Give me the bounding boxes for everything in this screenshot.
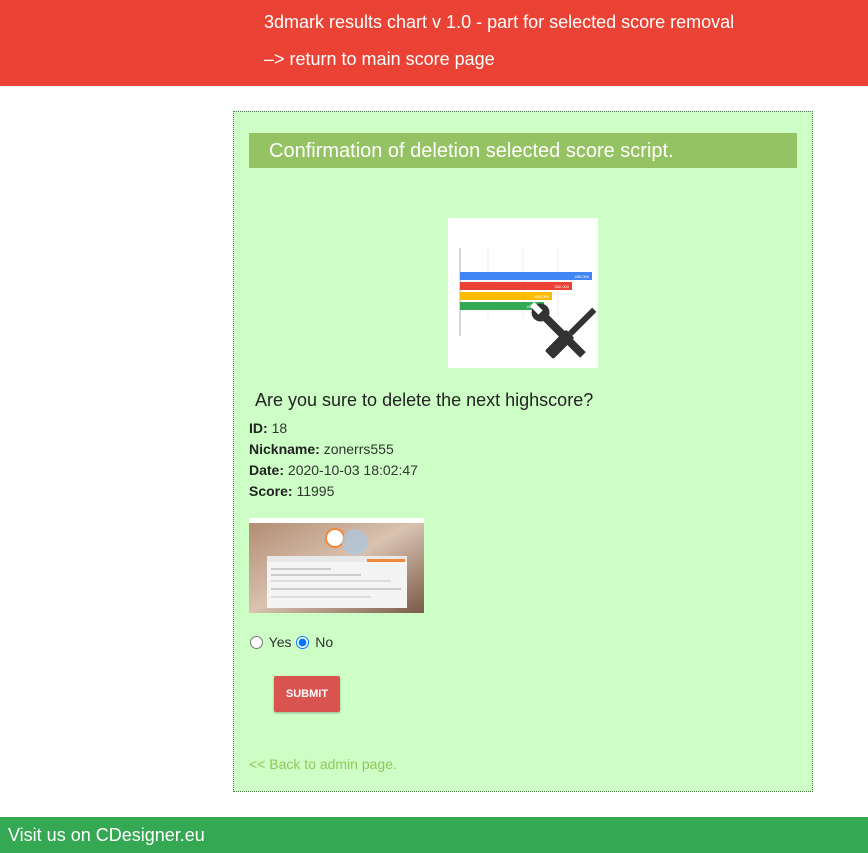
- yes-radio[interactable]: [250, 636, 263, 649]
- score-value: 11995: [296, 483, 335, 499]
- footer-text[interactable]: Visit us on CDesigner.eu: [8, 824, 205, 846]
- panel-heading: Confirmation of deletion selected score …: [249, 133, 797, 168]
- chart-tools-icon: 465,000332,000450,000415,000: [459, 248, 597, 359]
- page-title: 3dmark results chart v 1.0 - part for se…: [264, 12, 735, 32]
- submit-button[interactable]: SUBMIT: [274, 676, 340, 712]
- nickname-label: Nickname:: [249, 441, 320, 457]
- id-value: 18: [271, 420, 288, 436]
- confirmation-panel: Confirmation of deletion selected score …: [233, 111, 813, 792]
- no-radio[interactable]: [296, 636, 310, 649]
- id-row: ID: 18: [249, 419, 287, 437]
- score-label: Score:: [249, 483, 293, 499]
- header-bar: 3dmark results chart v 1.0 - part for se…: [0, 0, 868, 86]
- no-label[interactable]: No: [315, 634, 333, 650]
- yes-label[interactable]: Yes: [269, 634, 292, 650]
- delete-question: Are you sure to delete the next highscor…: [255, 390, 594, 410]
- panel-heading-text: Confirmation of deletion selected score …: [269, 140, 674, 162]
- nickname-value: zonerrs555: [323, 441, 394, 457]
- logo-bar-label: 465,000: [575, 274, 590, 279]
- wrench-screwdriver-icon: [529, 301, 597, 359]
- date-value: 2020-10-03 18:02:47: [287, 462, 418, 478]
- date-label: Date:: [249, 462, 285, 478]
- return-to-main-link[interactable]: –> return to main score page: [264, 48, 495, 70]
- logo-bar: [460, 272, 592, 280]
- id-label: ID:: [249, 420, 268, 436]
- date-row: Date: 2020-10-03 18:02:47: [249, 461, 418, 479]
- score-screenshot[interactable]: [249, 518, 424, 613]
- back-to-admin-link[interactable]: << Back to admin page.: [249, 756, 397, 772]
- chart-tools-logo: 465,000332,000450,000415,000: [448, 218, 598, 368]
- score-row: Score: 11995: [249, 482, 334, 500]
- nickname-row: Nickname: zonerrs555: [249, 440, 394, 458]
- logo-bar-label: 332,000: [555, 284, 570, 289]
- screenshot-thumbnail: [249, 518, 424, 613]
- logo-bar-label: 450,000: [535, 294, 550, 299]
- footer-bar: Visit us on CDesigner.eu: [0, 817, 868, 853]
- confirm-radio-group: Yes No: [249, 634, 333, 650]
